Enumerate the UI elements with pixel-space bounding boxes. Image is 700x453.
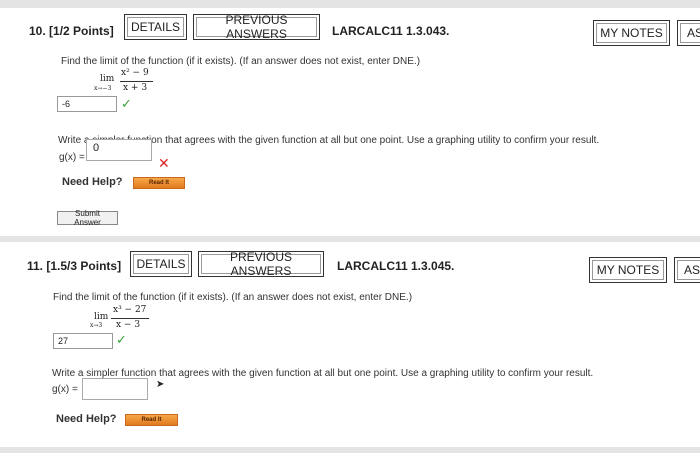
q11-g-label: g(x) =	[52, 384, 78, 395]
q10-details-button[interactable]: DETAILS	[124, 14, 187, 40]
q10-problem-code: LARCALC11 1.3.043.	[332, 24, 450, 38]
q10-read-it-button[interactable]: Read It	[133, 177, 185, 189]
mouse-cursor-icon: ➤	[156, 379, 165, 390]
q10-my-notes-button[interactable]: MY NOTES	[593, 20, 670, 46]
q11-prompt: Find the limit of the function (if it ex…	[53, 292, 413, 303]
q10-g-input[interactable]: 0	[86, 139, 152, 161]
q11-previous-answers-button[interactable]: PREVIOUS ANSWERS	[198, 250, 324, 278]
q10-previous-answers-button[interactable]: PREVIOUS ANSWERS	[193, 13, 320, 41]
correct-check-icon: ✓	[116, 332, 127, 347]
q10-ask-button[interactable]: AS	[677, 20, 700, 46]
q11-ask-button[interactable]: ASI	[674, 257, 700, 283]
q11-problem-code: LARCALC11 1.3.045.	[337, 259, 455, 273]
incorrect-x-icon: ✕	[158, 155, 170, 171]
q11-g-input[interactable]	[82, 378, 148, 400]
correct-check-icon: ✓	[121, 96, 132, 111]
q11-details-button[interactable]: DETAILS	[130, 251, 192, 277]
question-10-number: 10. [1/2 Points]	[29, 24, 114, 38]
q10-prompt: Find the limit of the function (if it ex…	[61, 56, 421, 67]
q10-g-label: g(x) =	[59, 152, 85, 163]
q11-answer-box: 27	[53, 333, 113, 349]
q11-need-help-label: Need Help?	[56, 413, 117, 425]
q10-submit-answer-button[interactable]: Submit Answer	[57, 209, 118, 227]
q10-answer-box: -6	[57, 96, 117, 112]
q10-need-help-label: Need Help?	[62, 176, 123, 188]
q11-my-notes-button[interactable]: MY NOTES	[589, 257, 667, 283]
question-10-panel: 10. [1/2 Points] DETAILS PREVIOUS ANSWER…	[0, 8, 700, 236]
question-11-panel: 11. [1.5/3 Points] DETAILS PREVIOUS ANSW…	[0, 242, 700, 447]
question-11-number: 11. [1.5/3 Points]	[27, 259, 122, 273]
q11-read-it-button[interactable]: Read It	[125, 414, 178, 426]
